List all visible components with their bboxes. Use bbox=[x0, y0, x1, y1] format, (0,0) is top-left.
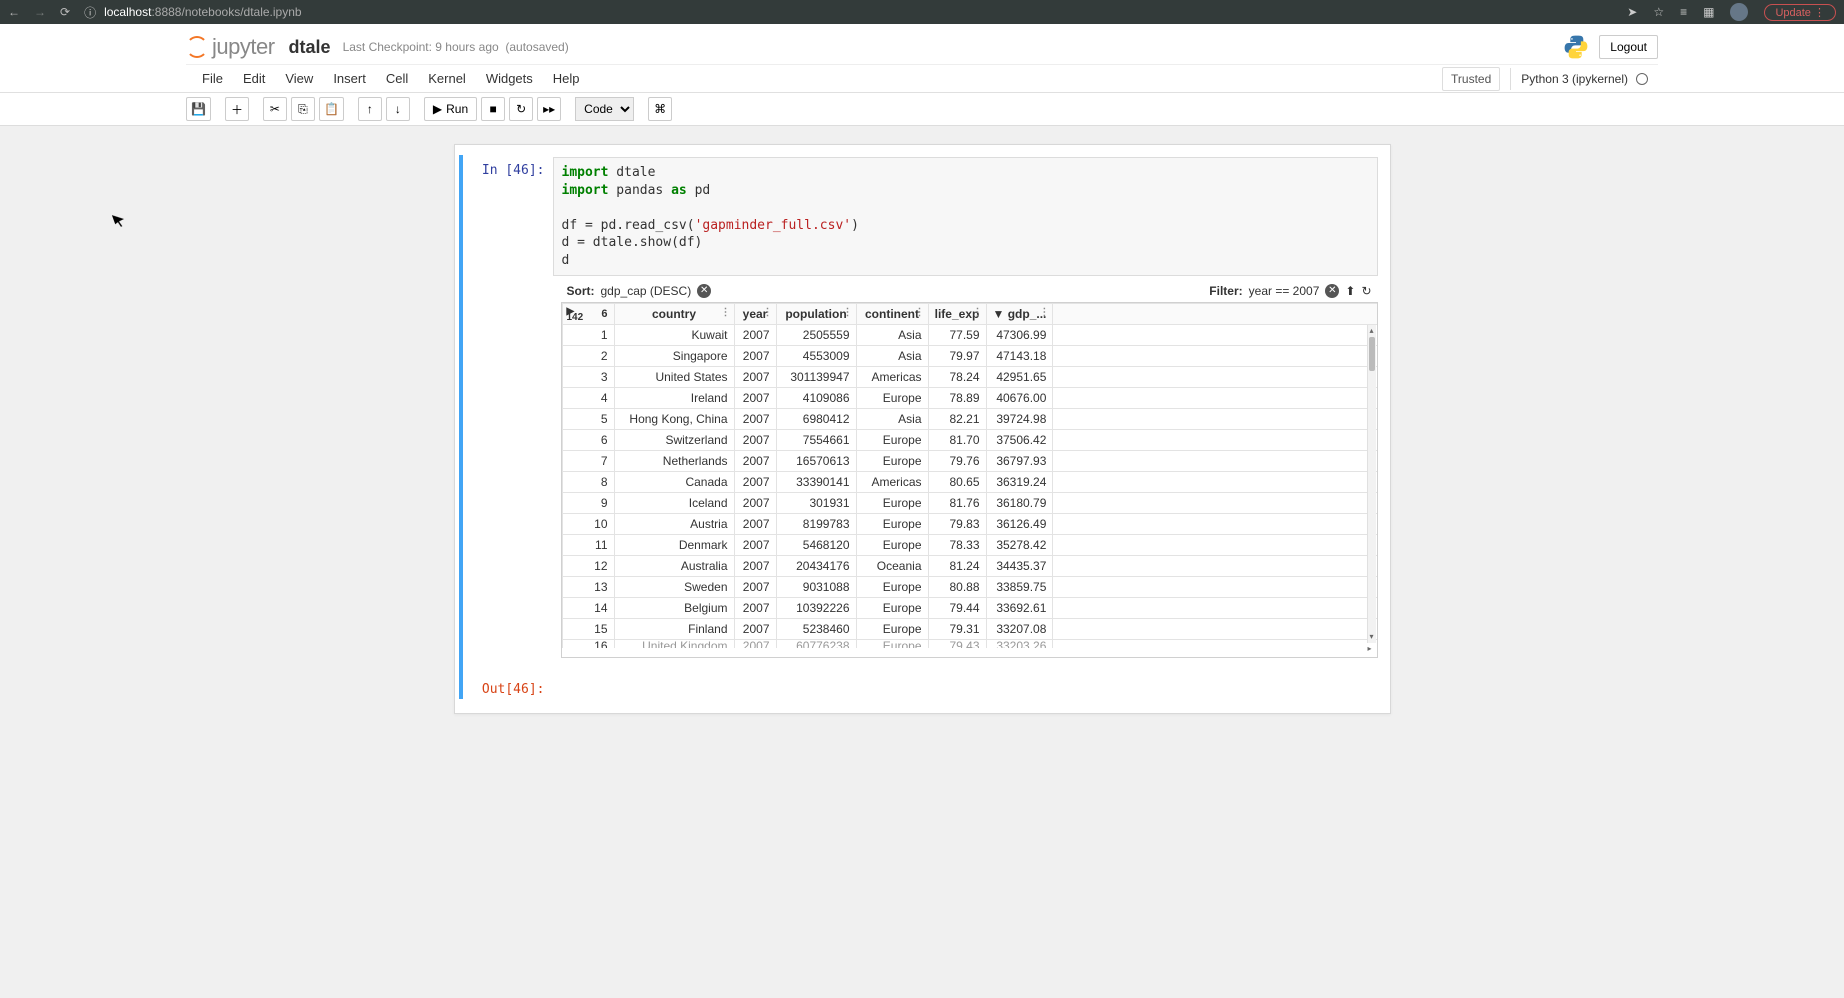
menu-help[interactable]: Help bbox=[543, 65, 590, 92]
command-palette-button[interactable]: ⌘ bbox=[648, 97, 672, 121]
browser-chrome-bar: ← → ⟳ ⓘ localhost:8888/notebooks/dtale.i… bbox=[0, 0, 1844, 24]
output-prompt: Out[46]: bbox=[463, 676, 553, 697]
menu-cell[interactable]: Cell bbox=[376, 65, 418, 92]
table-row[interactable]: 11Denmark20075468120Europe78.3335278.42 bbox=[562, 535, 1377, 556]
table-row[interactable]: 6Switzerland20077554661Europe81.7037506.… bbox=[562, 430, 1377, 451]
table-row[interactable]: 5Hong Kong, China20076980412Asia82.21397… bbox=[562, 409, 1377, 430]
toolbar: 💾 ＋ ✂ ⎘ 📋 ↑ ↓ ▶ Run ■ ↻ ▸▸ Code ⌘ bbox=[0, 93, 1844, 126]
url-bar[interactable]: ⓘ localhost:8888/notebooks/dtale.ipynb bbox=[84, 4, 302, 21]
filter-label: Filter: bbox=[1209, 284, 1242, 298]
vertical-scrollbar[interactable]: ▴ ▾ bbox=[1367, 325, 1376, 643]
table-row[interactable]: 13Sweden20079031088Europe80.8833859.75 bbox=[562, 577, 1377, 598]
move-down-button[interactable]: ↓ bbox=[386, 97, 410, 121]
paste-button[interactable]: 📋 bbox=[319, 97, 344, 121]
table-row[interactable]: 9Iceland2007301931Europe81.7636180.79 bbox=[562, 493, 1377, 514]
update-button[interactable]: Update ⋮ bbox=[1764, 4, 1836, 21]
code-input[interactable]: import dtaleimport pandas as pd df = pd.… bbox=[553, 157, 1378, 276]
clear-filter-icon[interactable]: ✕ bbox=[1325, 284, 1339, 298]
menu-file[interactable]: File bbox=[192, 65, 233, 92]
url-host: localhost bbox=[104, 5, 151, 19]
table-row[interactable]: 2Singapore20074553009Asia79.9747143.18 bbox=[562, 346, 1377, 367]
dtale-output: Sort: gdp_cap (DESC) ✕ Filter: year == 2… bbox=[561, 280, 1378, 658]
table-row[interactable]: 1Kuwait20072505559Asia77.5947306.99 bbox=[562, 325, 1377, 346]
scroll-down-icon[interactable]: ▾ bbox=[1368, 631, 1376, 643]
url-path: :8888/notebooks/dtale.ipynb bbox=[151, 5, 301, 19]
reload-icon[interactable]: ⟳ bbox=[60, 5, 70, 19]
kernel-status-icon bbox=[1636, 73, 1648, 85]
notebook: In [46]: import dtaleimport pandas as pd… bbox=[454, 144, 1391, 714]
table-row[interactable]: 4Ireland20074109086Europe78.8940676.00 bbox=[562, 388, 1377, 409]
jupyter-logo[interactable]: jupyter bbox=[186, 34, 275, 60]
move-up-button[interactable]: ↑ bbox=[358, 97, 382, 121]
input-prompt: In [46]: bbox=[463, 157, 553, 276]
restart-button[interactable]: ↻ bbox=[509, 97, 533, 121]
trusted-badge[interactable]: Trusted bbox=[1442, 67, 1500, 91]
col-header-2[interactable]: population⋮ bbox=[776, 304, 856, 325]
save-button[interactable]: 💾 bbox=[186, 97, 211, 121]
col-header-0[interactable]: country⋮ bbox=[614, 304, 734, 325]
checkpoint-text: Last Checkpoint: 9 hours ago (autosaved) bbox=[343, 40, 569, 54]
menu-edit[interactable]: Edit bbox=[233, 65, 275, 92]
table-row[interactable]: 10Austria20078199783Europe79.8336126.49 bbox=[562, 514, 1377, 535]
menu-kernel[interactable]: Kernel bbox=[418, 65, 476, 92]
sort-value[interactable]: gdp_cap (DESC) bbox=[601, 284, 692, 298]
table-row[interactable]: 12Australia200720434176Oceania81.2434435… bbox=[562, 556, 1377, 577]
scroll-right-icon[interactable]: ▸ bbox=[1364, 644, 1376, 656]
col-header-3[interactable]: continent⋮ bbox=[856, 304, 928, 325]
menu-view[interactable]: View bbox=[275, 65, 323, 92]
notebook-name[interactable]: dtale bbox=[289, 37, 331, 58]
fast-forward-button[interactable]: ▸▸ bbox=[537, 97, 561, 121]
avatar[interactable] bbox=[1730, 3, 1748, 21]
add-cell-button[interactable]: ＋ bbox=[225, 97, 249, 121]
table-row[interactable]: 7Netherlands200716570613Europe79.7636797… bbox=[562, 451, 1377, 472]
table-row[interactable]: 8Canada200733390141Americas80.6536319.24 bbox=[562, 472, 1377, 493]
grid-icon[interactable]: ▦ bbox=[1703, 5, 1714, 19]
upload-icon[interactable]: ⬆ bbox=[1345, 284, 1355, 298]
dtale-grid[interactable]: ▶ 6 142 country⋮year⋮population⋮continen… bbox=[561, 302, 1378, 658]
menubar: FileEditViewInsertCellKernelWidgetsHelp … bbox=[186, 64, 1658, 92]
code-cell[interactable]: In [46]: import dtaleimport pandas as pd… bbox=[459, 155, 1386, 699]
col-header-4[interactable]: life_exp⋮ bbox=[928, 304, 986, 325]
cell-type-select[interactable]: Code bbox=[575, 97, 634, 121]
info-icon: ⓘ bbox=[84, 4, 96, 21]
share-icon[interactable]: ➤ bbox=[1627, 5, 1637, 19]
sort-label: Sort: bbox=[567, 284, 595, 298]
clear-sort-icon[interactable]: ✕ bbox=[697, 284, 711, 298]
bookmark-icon[interactable]: ☆ bbox=[1653, 5, 1664, 19]
logout-button[interactable]: Logout bbox=[1599, 35, 1658, 59]
back-icon[interactable]: ← bbox=[8, 5, 20, 19]
cut-button[interactable]: ✂ bbox=[263, 97, 287, 121]
col-header-5[interactable]: ▼ gdp_...⋮ bbox=[986, 304, 1053, 325]
table-row[interactable]: 16United Kingdom200760776238Europe79.433… bbox=[562, 640, 1377, 648]
jupyter-logo-icon bbox=[186, 36, 208, 58]
scroll-up-icon[interactable]: ▴ bbox=[1368, 325, 1376, 337]
menu-widgets[interactable]: Widgets bbox=[476, 65, 543, 92]
table-row[interactable]: 15Finland20075238460Europe79.3133207.08 bbox=[562, 619, 1377, 640]
col-header-1[interactable]: year⋮ bbox=[734, 304, 776, 325]
scroll-thumb[interactable] bbox=[1369, 337, 1375, 371]
table-row[interactable]: 14Belgium200710392226Europe79.4433692.61 bbox=[562, 598, 1377, 619]
run-button[interactable]: ▶ Run bbox=[424, 97, 477, 121]
extensions-icon[interactable]: ≡ bbox=[1680, 5, 1687, 19]
jupyter-header: jupyter dtale Last Checkpoint: 9 hours a… bbox=[0, 24, 1844, 93]
stop-button[interactable]: ■ bbox=[481, 97, 505, 121]
table-row[interactable]: 3United States2007301139947Americas78.24… bbox=[562, 367, 1377, 388]
forward-icon[interactable]: → bbox=[34, 5, 46, 19]
copy-button[interactable]: ⎘ bbox=[291, 97, 315, 121]
refresh-icon[interactable]: ↻ bbox=[1361, 284, 1371, 298]
python-logo-icon bbox=[1563, 34, 1589, 60]
corner-cell[interactable]: ▶ 6 142 bbox=[562, 304, 614, 325]
menu-insert[interactable]: Insert bbox=[323, 65, 376, 92]
filter-value[interactable]: year == 2007 bbox=[1249, 284, 1320, 298]
kernel-indicator[interactable]: Python 3 (ipykernel) bbox=[1510, 68, 1654, 90]
